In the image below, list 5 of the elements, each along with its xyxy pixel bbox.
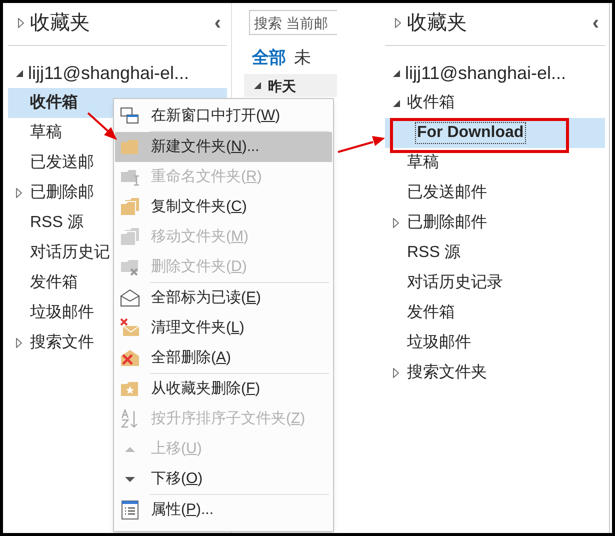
- menu-item: 移动文件夹(M): [115, 222, 332, 252]
- menu-item: 上移(U): [115, 434, 332, 464]
- menu-item: 按升序排序子文件夹(Z): [115, 404, 332, 434]
- menu-item: 重命名文件夹(R): [115, 162, 332, 192]
- menu-item: 删除文件夹(D): [115, 252, 332, 282]
